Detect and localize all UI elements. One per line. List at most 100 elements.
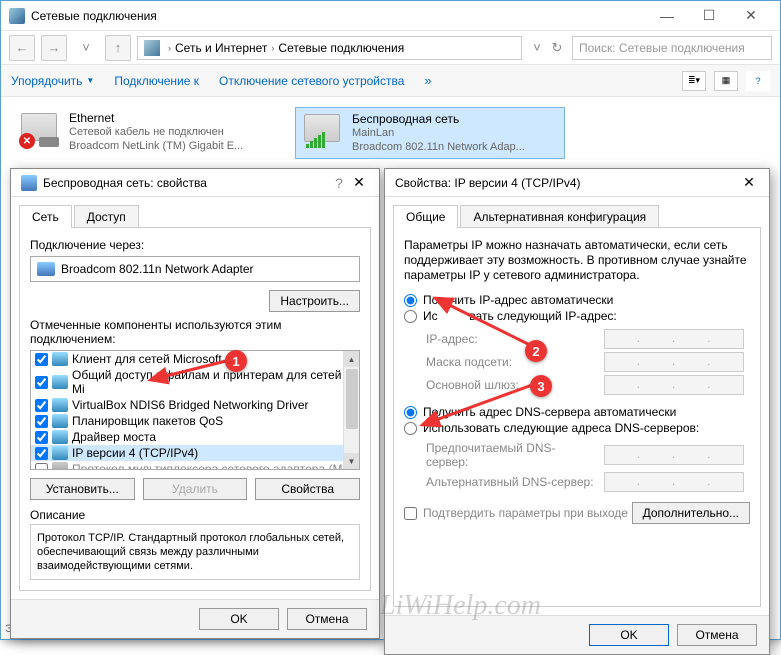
list-item: VirtualBox NDIS6 Bridged Networking Driv… <box>31 397 359 413</box>
disable-device-button[interactable]: Отключение сетевого устройства <box>219 74 404 88</box>
callout-2: 2 <box>525 340 547 362</box>
list-item: Планировщик пакетов QoS <box>31 413 359 429</box>
nic-icon <box>37 262 55 276</box>
checkbox[interactable] <box>35 463 48 471</box>
checkbox[interactable] <box>35 431 48 444</box>
tab-general[interactable]: Общие <box>393 205 458 228</box>
connection-status: MainLan <box>352 126 525 140</box>
connection-adapter: Broadcom 802.11n Network Adap... <box>352 140 525 154</box>
close-icon[interactable]: ✕ <box>349 174 369 191</box>
checkbox[interactable] <box>35 415 48 428</box>
breadcrumb-icon <box>144 40 160 56</box>
advanced-button[interactable]: Дополнительно... <box>632 502 750 524</box>
help-icon[interactable]: ? <box>329 175 349 191</box>
subnet-mask-input[interactable]: ... <box>604 352 744 372</box>
nav-up-button[interactable]: ↑ <box>105 35 131 61</box>
wifi-icon <box>302 112 344 150</box>
connection-title: Ethernet <box>69 111 243 125</box>
protocol-icon <box>52 398 68 412</box>
protocol-icon <box>52 352 68 366</box>
connection-wifi[interactable]: Беспроводная сеть MainLan Broadcom 802.1… <box>295 107 565 159</box>
breadcrumb-part[interactable]: Сеть и Интернет <box>175 41 267 55</box>
close-icon[interactable]: ✕ <box>739 174 759 191</box>
components-label: Отмеченные компоненты используются этим … <box>30 318 360 346</box>
adapter-name: Broadcom 802.11n Network Adapter <box>61 262 254 276</box>
radio-input[interactable] <box>404 310 417 323</box>
connection-ethernet[interactable]: ✕ Ethernet Сетевой кабель не подключен B… <box>13 107 283 159</box>
tab-access[interactable]: Доступ <box>74 205 139 228</box>
toolbar: Упорядочить ▼ Подключение к Отключение с… <box>1 65 780 97</box>
window-title: Сетевые подключения <box>31 9 646 23</box>
toolbar-view-icons: ≣▾ ▦ ? <box>682 71 770 91</box>
dns2-label: Альтернативный DNS-сервер: <box>426 475 596 489</box>
tab-panel-network: Подключение через: Broadcom 802.11n Netw… <box>19 227 371 591</box>
description-text: Протокол TCP/IP. Стандартный протокол гл… <box>30 524 360 580</box>
disconnected-icon: ✕ <box>19 133 35 149</box>
view-icon-1[interactable]: ≣▾ <box>682 71 706 91</box>
search-input[interactable]: Поиск: Сетевые подключения <box>572 36 772 60</box>
help-icon[interactable]: ? <box>746 71 770 91</box>
dns1-label: Предпочитаемый DNS-сервер: <box>426 441 596 469</box>
connection-status: Сетевой кабель не подключен <box>69 125 243 139</box>
scrollbar[interactable]: ▲ ▼ <box>343 351 359 469</box>
dialog-titlebar: Свойства: IP версии 4 (TCP/IPv4) ✕ <box>385 169 769 197</box>
dialog-buttons: OK Отмена <box>385 615 769 654</box>
cancel-button[interactable]: Отмена <box>677 624 757 646</box>
configure-button[interactable]: Настроить... <box>269 290 360 312</box>
callout-1: 1 <box>225 350 247 372</box>
dialog-title: Беспроводная сеть: свойства <box>43 176 329 190</box>
close-button[interactable]: ✕ <box>730 2 772 30</box>
tab-network[interactable]: Сеть <box>19 205 72 228</box>
callout-3: 3 <box>530 375 552 397</box>
window-controls: — ☐ ✕ <box>646 2 772 30</box>
chevron-right-icon[interactable]: » <box>424 73 431 88</box>
organize-menu[interactable]: Упорядочить ▼ <box>11 74 94 88</box>
refresh-icon[interactable]: ↻ <box>548 35 566 61</box>
subnet-mask-label: Маска подсети: <box>426 355 596 369</box>
view-icon-2[interactable]: ▦ <box>714 71 738 91</box>
dialog-titlebar: Беспроводная сеть: свойства ? ✕ <box>11 169 379 197</box>
maximize-button[interactable]: ☐ <box>688 2 730 30</box>
nic-icon <box>21 175 37 191</box>
list-item: Протокол мультиплексора сетевого адаптер… <box>31 461 359 470</box>
connect-to-button[interactable]: Подключение к <box>114 74 199 88</box>
nav-back-button[interactable]: ← <box>9 35 35 61</box>
scroll-up-icon[interactable]: ▲ <box>344 351 359 367</box>
dns2-input[interactable]: ... <box>604 472 744 492</box>
checkbox[interactable] <box>35 353 48 366</box>
info-text: Параметры IP можно назначать автоматичес… <box>404 238 750 283</box>
confirm-checkbox-row[interactable]: Подтвердить параметры при выходе <box>404 506 628 520</box>
install-button[interactable]: Установить... <box>30 478 135 500</box>
remove-button[interactable]: Удалить <box>143 478 248 500</box>
dns1-input[interactable]: ... <box>604 445 744 465</box>
description-label: Описание <box>30 508 360 522</box>
scroll-down-icon[interactable]: ▼ <box>344 453 359 469</box>
radio-input[interactable] <box>404 294 417 307</box>
properties-button[interactable]: Свойства <box>255 478 360 500</box>
breadcrumb[interactable]: › Сеть и Интернет › Сетевые подключения <box>137 36 522 60</box>
connect-via-label: Подключение через: <box>30 238 360 252</box>
ip-address-input[interactable]: ... <box>604 329 744 349</box>
ok-button[interactable]: OK <box>199 608 279 630</box>
tab-alt-config[interactable]: Альтернативная конфигурация <box>460 205 659 228</box>
breadcrumb-dropdown-icon[interactable]: ˅ <box>528 35 546 61</box>
cancel-button[interactable]: Отмена <box>287 608 367 630</box>
adapter-selector[interactable]: Broadcom 802.11n Network Adapter <box>30 256 360 282</box>
scroll-thumb[interactable] <box>346 369 358 429</box>
confirm-checkbox[interactable] <box>404 507 417 520</box>
gateway-input[interactable]: ... <box>604 375 744 395</box>
annotation-arrow <box>412 380 542 430</box>
nav-forward-button[interactable]: → <box>41 35 67 61</box>
checkbox[interactable] <box>35 399 48 412</box>
tabs: Сеть Доступ <box>11 197 379 228</box>
nav-dropdown-button[interactable]: ˅ <box>73 35 99 61</box>
minimize-button[interactable]: — <box>646 2 688 30</box>
list-item: Драйвер моста <box>31 429 359 445</box>
checkbox[interactable] <box>35 376 48 389</box>
checkbox[interactable] <box>35 447 48 460</box>
dns-fields: Предпочитаемый DNS-сервер:... Альтернати… <box>426 441 750 492</box>
protocol-icon <box>52 446 68 460</box>
ethernet-icon: ✕ <box>19 111 61 149</box>
breadcrumb-part[interactable]: Сетевые подключения <box>278 41 404 55</box>
ok-button[interactable]: OK <box>589 624 669 646</box>
